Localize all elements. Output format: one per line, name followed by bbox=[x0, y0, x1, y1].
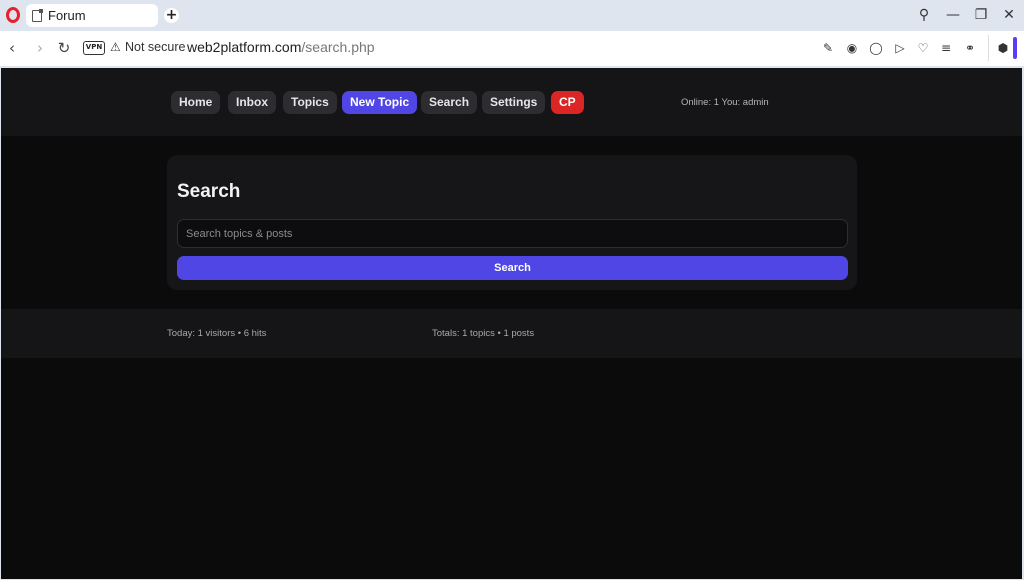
page-viewport: Home Inbox Topics New Topic Search Setti… bbox=[1, 68, 1022, 579]
url-host: web2platform.com bbox=[187, 39, 302, 55]
address-bar: ‹ › ↻ VPN ⚠ Not secure web2platform.com/… bbox=[0, 31, 1024, 66]
browser-tab[interactable]: Forum bbox=[26, 4, 158, 27]
nav-cp[interactable]: CP bbox=[551, 91, 584, 114]
vpn-badge[interactable]: VPN bbox=[83, 41, 105, 55]
totals-stats: Totals: 1 topics • 1 posts bbox=[432, 328, 535, 339]
sidebar-toggle[interactable] bbox=[1013, 37, 1017, 59]
url-path: /search.php bbox=[301, 39, 375, 55]
edit-icon[interactable]: ✎ bbox=[820, 40, 836, 56]
site-footer: Today: 1 visitors • 6 hits Totals: 1 top… bbox=[1, 309, 1022, 358]
security-status[interactable]: Not secure bbox=[125, 40, 185, 54]
nav-new-topic[interactable]: New Topic bbox=[342, 91, 418, 114]
tab-title: Forum bbox=[48, 8, 86, 23]
close-icon[interactable]: ✕ bbox=[999, 6, 1019, 24]
menu-lines-icon[interactable]: ≡ bbox=[938, 40, 954, 56]
opera-logo-icon[interactable] bbox=[6, 7, 20, 23]
back-icon[interactable]: ‹ bbox=[3, 39, 21, 57]
search-input[interactable] bbox=[177, 219, 848, 248]
nav-home[interactable]: Home bbox=[171, 91, 221, 114]
nav-inbox[interactable]: Inbox bbox=[228, 91, 276, 114]
toolbar-divider bbox=[988, 35, 989, 61]
nav-search[interactable]: Search bbox=[421, 91, 478, 114]
search-tabs-icon[interactable]: ⚲ bbox=[914, 6, 934, 24]
new-tab-button[interactable]: + bbox=[164, 8, 179, 23]
heart-icon[interactable]: ♡ bbox=[915, 40, 931, 56]
extensions-cube-icon[interactable]: ⬢ bbox=[995, 40, 1011, 56]
restore-icon[interactable]: ❐ bbox=[971, 6, 991, 24]
search-button[interactable]: Search bbox=[177, 256, 848, 280]
profile-icon[interactable]: ⚭ bbox=[962, 40, 978, 56]
online-status: Online: 1 You: admin bbox=[681, 97, 769, 108]
browser-tab-strip: Forum + ⚲ — ❐ ✕ bbox=[0, 0, 1024, 31]
nav-topics[interactable]: Topics bbox=[283, 91, 337, 114]
send-icon[interactable]: ▷ bbox=[892, 40, 908, 56]
url-field[interactable]: web2platform.com/search.php bbox=[187, 39, 375, 55]
site-header: Home Inbox Topics New Topic Search Setti… bbox=[1, 68, 1022, 136]
warning-icon: ⚠ bbox=[110, 40, 121, 54]
nav-settings[interactable]: Settings bbox=[482, 91, 546, 114]
page-title: Search bbox=[177, 181, 241, 202]
minimize-icon[interactable]: — bbox=[943, 6, 963, 24]
forward-icon[interactable]: › bbox=[31, 39, 49, 57]
document-icon bbox=[32, 9, 43, 22]
reload-icon[interactable]: ↻ bbox=[55, 39, 73, 57]
search-card: Search Search bbox=[167, 155, 857, 290]
camera-icon[interactable]: ◉ bbox=[844, 40, 860, 56]
shield-icon[interactable]: ◯ bbox=[868, 40, 884, 56]
today-stats: Today: 1 visitors • 6 hits bbox=[167, 328, 267, 339]
